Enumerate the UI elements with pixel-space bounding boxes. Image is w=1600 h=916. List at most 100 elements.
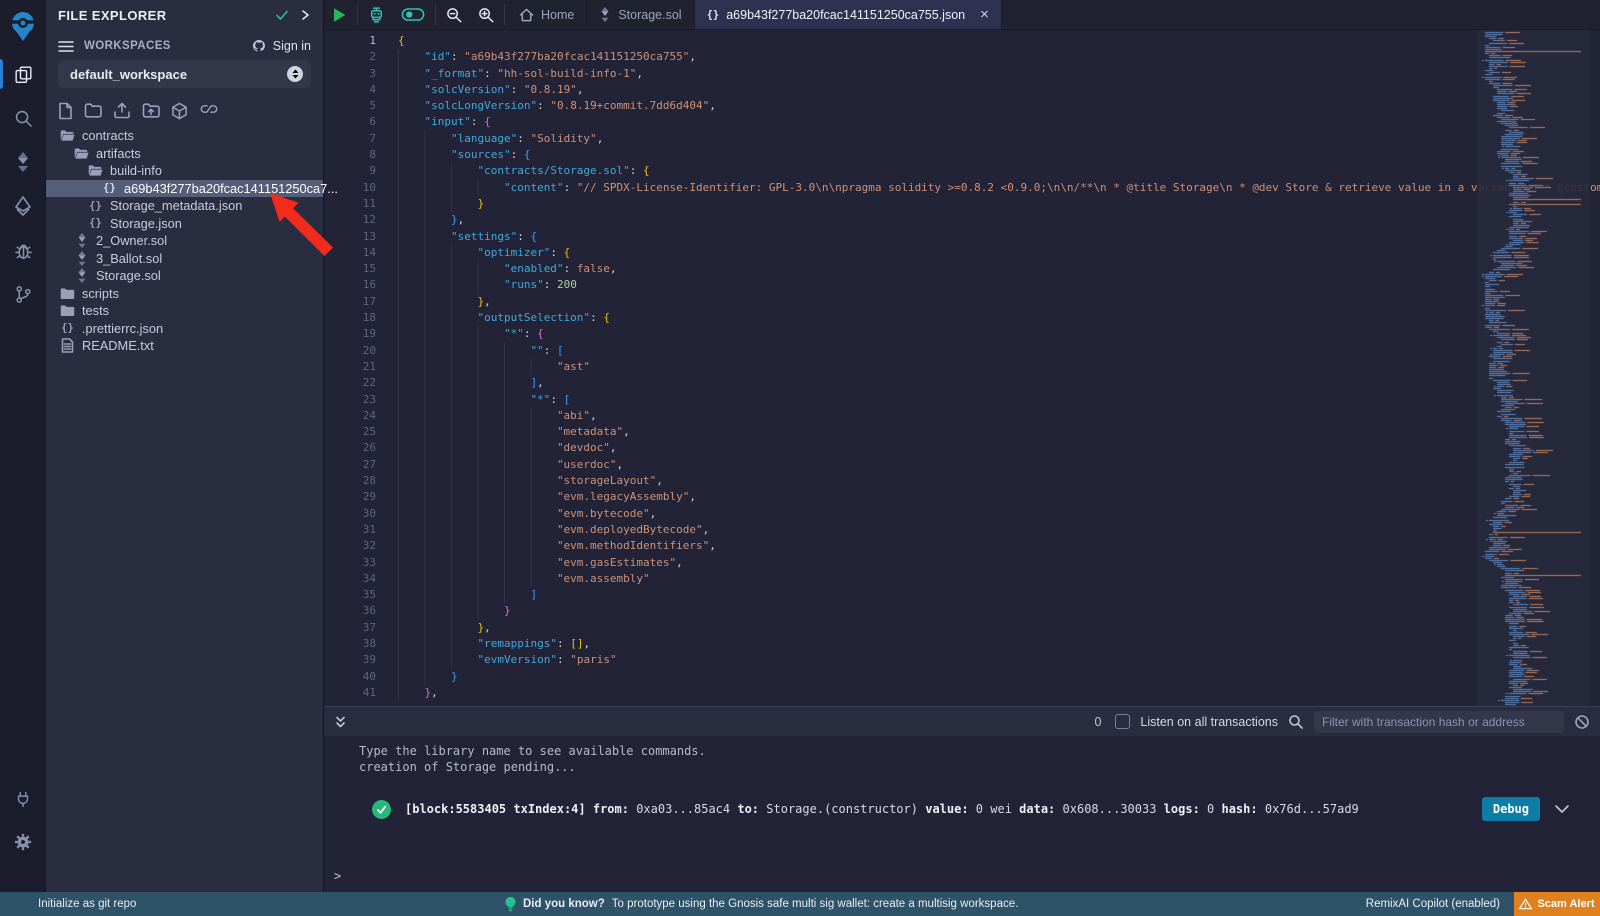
tree-item-a69b43f277ba20fcac141151250ca7-[interactable]: {}a69b43f277ba20fcac141151250ca7... xyxy=(46,180,323,198)
listen-all-checkbox[interactable] xyxy=(1115,714,1130,729)
new-file-icon[interactable] xyxy=(58,102,73,120)
upload-folder-icon[interactable] xyxy=(142,102,160,120)
line-number: 18 xyxy=(324,310,376,326)
code-line: 28"storageLayout", xyxy=(324,473,1600,489)
tree-item-storage-metadata-json[interactable]: {}Storage_metadata.json xyxy=(46,197,323,215)
copilot-toggle[interactable] xyxy=(393,0,433,29)
link-icon[interactable] xyxy=(199,102,219,120)
tree-item-build-info[interactable]: build-info xyxy=(46,162,323,180)
scam-alert-button[interactable]: Scam Alert xyxy=(1514,892,1600,916)
plugin-manager-icon[interactable] xyxy=(0,776,46,820)
code-line: 29"evm.legacyAssembly", xyxy=(324,489,1600,505)
collapse-panel-icon[interactable] xyxy=(299,9,311,21)
code-text: } xyxy=(376,603,511,619)
git-icon[interactable] xyxy=(0,272,46,316)
tree-item-tests[interactable]: tests xyxy=(46,302,323,320)
indent-guides xyxy=(398,473,557,489)
code-line: 34"evm.assembly" xyxy=(324,571,1600,587)
transaction-log-row[interactable]: [block:5583405 txIndex:4] from: 0xa03...… xyxy=(372,794,1570,824)
line-number: 2 xyxy=(324,49,376,65)
indent-guides xyxy=(398,440,557,456)
tree-item--prettierrc-json[interactable]: {}.prettierrc.json xyxy=(46,320,323,338)
tree-item-3-ballot-sol[interactable]: 3_Ballot.sol xyxy=(46,250,323,268)
indent-guides xyxy=(398,294,477,310)
zoom-in-button[interactable] xyxy=(470,0,502,29)
code-line: 40} xyxy=(324,669,1600,685)
code-line: 4"solcVersion": "0.8.19", xyxy=(324,82,1600,98)
solidity-file-icon xyxy=(599,7,611,22)
deploy-run-icon[interactable] xyxy=(0,184,46,228)
tree-item-storage-sol[interactable]: Storage.sol xyxy=(46,267,323,285)
token: "a69b43f277ba20fcac141151250ca755" xyxy=(464,50,689,63)
hamburger-menu-icon[interactable] xyxy=(58,40,74,53)
code-line: 2"id": "a69b43f277ba20fcac141151250ca755… xyxy=(324,49,1600,65)
code-text: "settings": { xyxy=(376,229,537,245)
code-text: "language": "Solidity", xyxy=(376,131,603,147)
code-text: { xyxy=(376,33,405,49)
search-icon[interactable] xyxy=(0,96,46,140)
debug-button[interactable]: Debug xyxy=(1482,797,1540,821)
remix-logo-icon[interactable] xyxy=(0,0,46,52)
line-number: 5 xyxy=(324,98,376,114)
code-text: "evm.gasEstimates", xyxy=(376,555,683,571)
token: : xyxy=(524,327,537,340)
code-line: 15"enabled": false, xyxy=(324,261,1600,277)
expand-tx-icon[interactable] xyxy=(1554,804,1570,814)
new-folder-icon[interactable] xyxy=(84,102,102,120)
editor-minimap[interactable] xyxy=(1477,30,1589,706)
terminal-search-icon xyxy=(1288,714,1304,730)
tree-item-label: scripts xyxy=(82,286,119,301)
token: , xyxy=(709,539,716,552)
expand-terminal-icon[interactable] xyxy=(334,715,347,729)
run-script-button[interactable] xyxy=(324,0,355,29)
close-tab-icon[interactable]: × xyxy=(980,6,989,23)
solidity-file-icon xyxy=(74,251,89,266)
tx-filter-input[interactable] xyxy=(1314,711,1564,733)
code-text: "storageLayout", xyxy=(376,473,663,489)
braces-icon: {} xyxy=(102,181,117,196)
workspace-select[interactable]: default_workspace xyxy=(58,60,311,88)
terminal-prompt[interactable]: > xyxy=(334,869,341,883)
tree-item-scripts[interactable]: scripts xyxy=(46,285,323,303)
token: : xyxy=(557,653,570,666)
token: "abi" xyxy=(557,409,590,422)
settings-icon[interactable] xyxy=(0,820,46,864)
file-explorer-icon[interactable] xyxy=(0,52,46,96)
debugger-icon[interactable] xyxy=(0,228,46,272)
tab-storage-sol[interactable]: Storage.sol xyxy=(587,0,694,29)
tree-item-contracts[interactable]: contracts xyxy=(46,127,323,145)
solidity-compiler-icon[interactable] xyxy=(0,140,46,184)
indent-guides xyxy=(398,163,477,179)
token: , xyxy=(583,637,590,650)
git-init-button[interactable]: Initialize as git repo xyxy=(0,898,136,910)
github-sign-in-button[interactable]: Sign in xyxy=(251,39,311,53)
line-number: 7 xyxy=(324,131,376,147)
line-number: 11 xyxy=(324,196,376,212)
file-actions-toolbar xyxy=(58,102,219,120)
tab-a69b43f277ba20fcac141151250ca755-json[interactable]: {}a69b43f277ba20fcac141151250ca755.json× xyxy=(695,0,1002,29)
tree-item-artifacts[interactable]: artifacts xyxy=(46,145,323,163)
tree-item-label: artifacts xyxy=(96,146,141,161)
code-text: "id": "a69b43f277ba20fcac141151250ca755"… xyxy=(376,49,696,65)
upload-file-icon[interactable] xyxy=(113,102,131,120)
code-line: 22], xyxy=(324,375,1600,391)
tree-item-readme-txt[interactable]: README.txt xyxy=(46,337,323,355)
token: { xyxy=(564,246,571,259)
tab-home[interactable]: Home xyxy=(507,0,587,29)
terminal[interactable]: Type the library name to see available c… xyxy=(324,736,1600,892)
code-line: 21"ast" xyxy=(324,359,1600,375)
ai-copilot-button[interactable] xyxy=(360,0,393,29)
line-number: 33 xyxy=(324,555,376,571)
indent-guides xyxy=(398,603,504,619)
tree-item-2-owner-sol[interactable]: 2_Owner.sol xyxy=(46,232,323,250)
remix-ide-window: FILE EXPLORER WORKSPACES Sign in default… xyxy=(0,0,1600,916)
code-editor[interactable]: 1{2"id": "a69b43f277ba20fcac141151250ca7… xyxy=(324,30,1600,706)
load-box-icon[interactable] xyxy=(171,102,188,120)
zoom-out-button[interactable] xyxy=(438,0,470,29)
tree-item-storage-json[interactable]: {}Storage.json xyxy=(46,215,323,233)
indent-guides xyxy=(398,343,530,359)
code-text: }, xyxy=(376,685,438,701)
copilot-status[interactable]: RemixAI Copilot (enabled) xyxy=(1366,898,1500,910)
clear-console-icon[interactable] xyxy=(1574,714,1590,730)
indent-guides xyxy=(398,424,557,440)
